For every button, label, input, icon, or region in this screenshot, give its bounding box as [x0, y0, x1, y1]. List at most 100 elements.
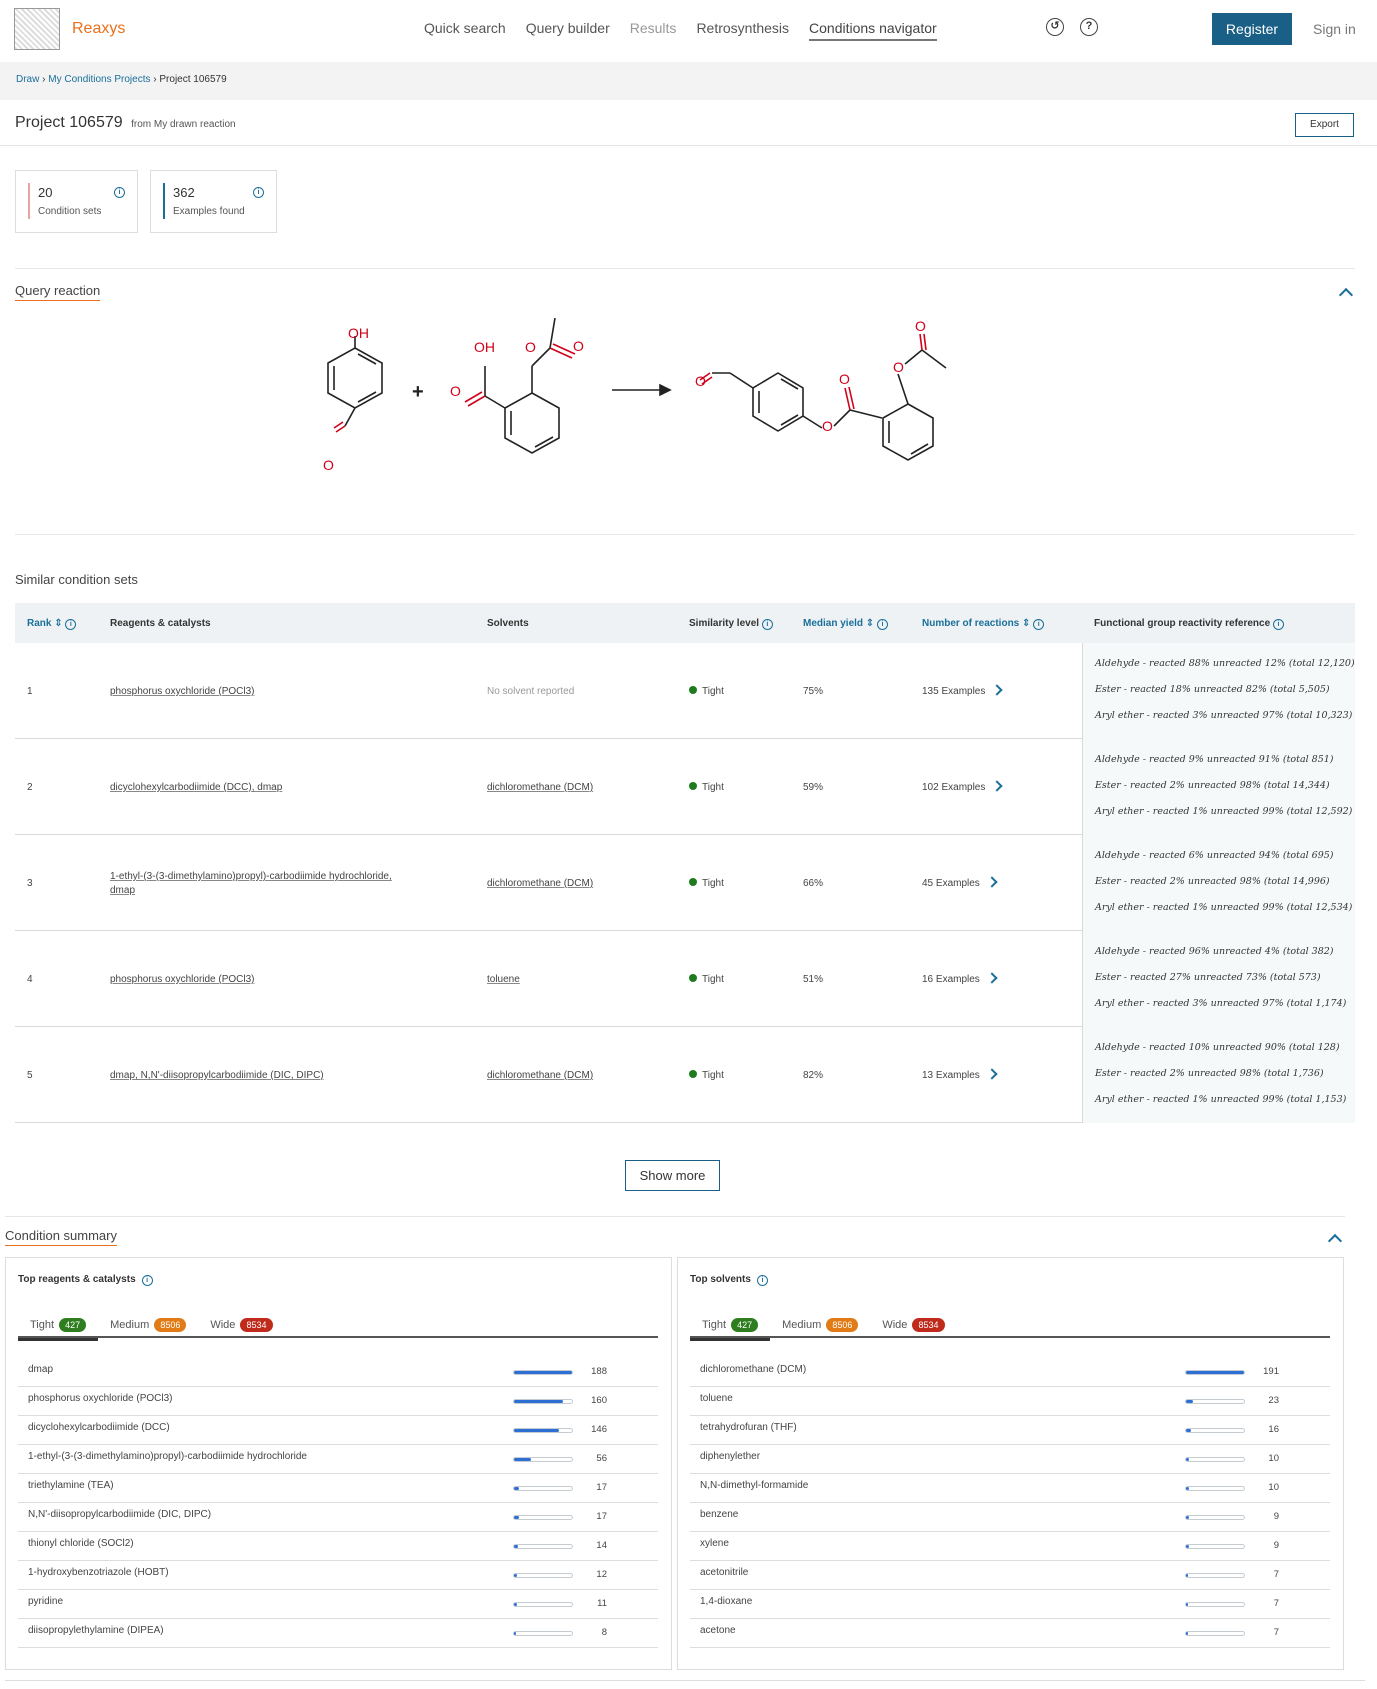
table-row: 2 dicyclohexylcarbodiimide (DCC), dmap d…: [15, 739, 1355, 835]
atom-label: O: [323, 457, 334, 473]
atom-label: O: [893, 359, 904, 375]
count-bar-fill: [1186, 1400, 1193, 1403]
info-icon[interactable]: i: [253, 187, 264, 198]
fg-ester: Ester - reacted 2% unreacted 98% (total …: [1095, 780, 1330, 791]
item-count: 9: [1273, 1511, 1279, 1522]
functional-group-cell: Aldehyde - reacted 88% unreacted 12% (to…: [1082, 643, 1355, 739]
query-reaction-toggle[interactable]: Query reaction: [15, 283, 101, 301]
nav-conditions-navigator[interactable]: Conditions navigator: [809, 20, 937, 41]
atom-label: O: [915, 318, 926, 334]
fg-ester: Ester - reacted 2% unreacted 98% (total …: [1095, 1068, 1324, 1079]
breadcrumb-draw[interactable]: Draw: [16, 74, 39, 85]
info-icon[interactable]: i: [1033, 619, 1045, 630]
median-yield-cell: 59%: [803, 782, 824, 793]
item-count: 23: [1268, 1395, 1279, 1406]
chevron-up-icon[interactable]: [1338, 287, 1354, 303]
divider: [5, 1216, 1345, 1217]
item-name: diphenylether: [700, 1451, 761, 1462]
table-row: 5 dmap, N,N'-diisopropylcarbodiimide (DI…: [15, 1027, 1355, 1123]
list-item: xylene 9: [690, 1532, 1330, 1561]
info-icon[interactable]: i: [141, 1275, 153, 1286]
similarity-cell: Tight: [689, 686, 724, 697]
chevron-up-icon[interactable]: [1327, 1233, 1343, 1249]
info-icon[interactable]: i: [756, 1275, 768, 1286]
show-more-button[interactable]: Show more: [625, 1160, 720, 1191]
tab-wide[interactable]: Wide 8534: [198, 1316, 284, 1338]
register-button[interactable]: Register: [1212, 13, 1292, 45]
examples-link[interactable]: 45 Examples: [922, 876, 998, 889]
count-bar: [513, 1602, 573, 1607]
breadcrumb-conditions-projects[interactable]: My Conditions Projects: [48, 74, 150, 85]
count-bar-fill: [514, 1400, 564, 1403]
examples-link[interactable]: 13 Examples: [922, 1068, 998, 1081]
stat-label: Condition sets: [38, 206, 102, 217]
fg-aryl-ether: Aryl ether - reacted 3% unreacted 97% (t…: [1095, 710, 1353, 721]
item-count: 191: [1263, 1366, 1279, 1377]
help-icon[interactable]: ?: [1080, 18, 1098, 36]
col-rank[interactable]: Rank ⇕ i: [27, 618, 77, 630]
list-item: pyridine 11: [18, 1590, 658, 1619]
tab-tight[interactable]: Tight 427: [690, 1316, 771, 1341]
col-median-yield[interactable]: Median yield ⇕ i: [803, 618, 888, 630]
tab-wide[interactable]: Wide 8534: [870, 1316, 956, 1338]
atom-label: O: [695, 373, 706, 389]
reagents-link[interactable]: 1-ethyl-(3-(3-dimethylamino)propyl)-carb…: [110, 871, 392, 882]
status-dot: [689, 686, 697, 694]
info-icon[interactable]: i: [114, 187, 125, 198]
nav-results[interactable]: Results: [630, 20, 677, 41]
info-icon[interactable]: i: [876, 619, 888, 630]
examples-link[interactable]: 135 Examples: [922, 684, 1004, 697]
examples-link[interactable]: 16 Examples: [922, 972, 998, 985]
solvents-cell: No solvent reported: [487, 686, 575, 697]
table-row: 3 1-ethyl-(3-(3-dimethylamino)propyl)-ca…: [15, 835, 1355, 931]
benzene-ring: [752, 372, 804, 432]
tab-medium[interactable]: Medium 8506: [770, 1316, 870, 1338]
count-bar: [1185, 1602, 1245, 1607]
count-bar: [513, 1544, 573, 1549]
nav-retrosynthesis[interactable]: Retrosynthesis: [696, 20, 789, 41]
reagents-link[interactable]: dicyclohexylcarbodiimide (DCC), dmap: [110, 782, 282, 793]
count-bar: [1185, 1486, 1245, 1491]
reagents-link[interactable]: phosphorus oxychloride (POCl3): [110, 686, 255, 697]
fg-aryl-ether: Aryl ether - reacted 1% unreacted 99% (t…: [1095, 806, 1353, 817]
info-icon[interactable]: i: [1272, 619, 1284, 630]
reagents-link[interactable]: dmap: [110, 885, 135, 896]
solvents-cell[interactable]: toluene: [487, 974, 520, 985]
count-bar-fill: [1186, 1487, 1189, 1490]
rank-cell: 2: [27, 782, 33, 793]
chevron-right-icon: [986, 1068, 998, 1080]
reagents-link[interactable]: phosphorus oxychloride (POCl3): [110, 974, 255, 985]
count-bar: [1185, 1515, 1245, 1520]
item-count: 11: [597, 1598, 607, 1609]
solvents-cell[interactable]: dichloromethane (DCM): [487, 782, 593, 793]
item-name: phosphorus oxychloride (POCl3): [28, 1393, 173, 1404]
count-bar-fill: [1186, 1603, 1189, 1606]
condition-summary-toggle[interactable]: Condition summary: [5, 1228, 117, 1246]
export-button[interactable]: Export: [1295, 113, 1354, 137]
tab-medium[interactable]: Medium 8506: [98, 1316, 198, 1338]
median-yield-cell: 51%: [803, 974, 824, 985]
item-count: 160: [591, 1395, 607, 1406]
item-name: benzene: [700, 1509, 739, 1520]
col-number-of-reactions[interactable]: Number of reactions ⇕ i: [922, 618, 1045, 630]
examples-link[interactable]: 102 Examples: [922, 780, 1004, 793]
count-bar: [513, 1486, 573, 1491]
nav-quick-search[interactable]: Quick search: [424, 20, 506, 41]
info-icon[interactable]: i: [65, 619, 77, 630]
benzene-ring: [327, 347, 383, 409]
count-bar: [513, 1428, 573, 1433]
reagents-link[interactable]: dmap, N,N'-diisopropylcarbodiimide (DIC,…: [110, 1070, 324, 1081]
solvents-cell[interactable]: dichloromethane (DCM): [487, 1070, 593, 1081]
brand[interactable]: Reaxys: [14, 8, 125, 50]
section-title: Similar condition sets: [15, 572, 138, 587]
list-item: N,N'-diisopropylcarbodiimide (DIC, DIPC)…: [18, 1503, 658, 1532]
solvents-cell[interactable]: dichloromethane (DCM): [487, 878, 593, 889]
item-count: 188: [591, 1366, 607, 1377]
history-icon[interactable]: ↺: [1046, 18, 1064, 36]
sign-in-link[interactable]: Sign in: [1313, 21, 1356, 37]
tab-tight[interactable]: Tight 427: [18, 1316, 99, 1341]
info-icon[interactable]: i: [761, 619, 773, 630]
nav-query-builder[interactable]: Query builder: [526, 20, 610, 41]
status-dot: [689, 1070, 697, 1078]
functional-group-cell: Aldehyde - reacted 9% unreacted 91% (tot…: [1082, 739, 1355, 835]
